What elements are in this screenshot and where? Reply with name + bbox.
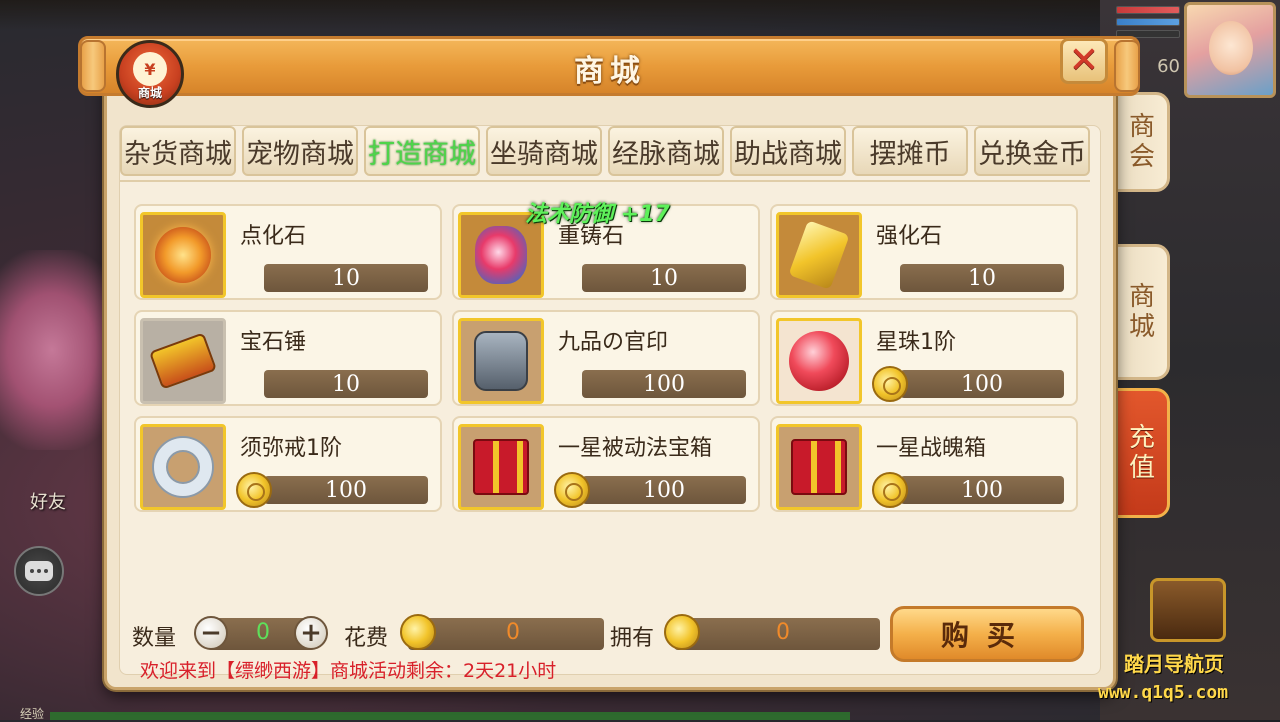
item-card[interactable]: 强化石 10 [770,204,1078,300]
tab-assist-store[interactable]: 助战商城 [730,126,846,176]
item-name: 星珠1阶 [876,330,956,355]
cost-label: 花费 [344,626,389,651]
minus-button[interactable]: − [194,616,228,650]
silver-ring-icon [140,424,226,510]
chat-button[interactable] [14,546,64,596]
cost-value: 0 [506,620,520,645]
quantity-value[interactable]: 0 [238,620,288,645]
swirl-stone-icon [140,212,226,298]
item-name: 须弥戒1阶 [240,436,342,461]
tab-pet-store[interactable]: 宠物商城 [242,126,358,176]
item-card[interactable]: 须弥戒1阶 100 [134,416,442,512]
item-name: 强化石 [876,224,943,249]
close-button[interactable]: ✕ [1060,38,1108,84]
quantity-label: 数量 [132,626,177,651]
exp-label: 经验 [20,707,45,721]
gift-box-icon [776,424,862,510]
item-name: 一星被动法宝箱 [558,436,713,461]
item-name: 一星战魄箱 [876,436,987,461]
top-bar [0,0,1280,30]
item-name: 点化石 [240,224,307,249]
gift-box-icon [458,424,544,510]
item-name: 宝石锤 [240,330,307,355]
coin-icon [872,472,908,508]
money-bag-icon: ¥ [133,52,167,86]
tab-exchange-gold[interactable]: 兑换金币 [974,126,1090,176]
item-price: 10 [264,370,428,398]
divider [120,180,1090,182]
mp-bar [1116,18,1180,26]
hp-bar [1116,6,1180,14]
item-price: 10 [582,264,746,292]
item-price: 100 [900,476,1064,504]
event-notice: 欢迎来到【缥缈西游】商城活动剩余：2天21小时 [140,660,557,682]
item-price: 10 [900,264,1064,292]
item-card[interactable]: 一星被动法宝箱 100 [452,416,760,512]
owned-label: 拥有 [610,626,655,651]
item-name: 九品の官印 [558,330,669,355]
chat-icon [25,561,53,581]
watermark-title: 踏月导航页 [1124,652,1224,676]
tab-general-store[interactable]: 杂货商城 [120,126,236,176]
official-seal-icon [458,318,544,404]
item-grid: 点化石 10 重铸石 10 强化石 10 宝石锤 10 九品の官印 100 星珠… [134,204,1078,512]
exp-bar [50,712,850,720]
tab-commerce[interactable]: 商会 [1110,92,1170,192]
close-icon: ✕ [1068,40,1100,81]
gem-hammer-icon [140,318,226,404]
tab-mall[interactable]: 商城 [1110,244,1170,380]
gold-bar-icon [776,212,862,298]
shop-logo-label: 商城 [137,86,162,100]
item-price: 100 [900,370,1064,398]
item-price: 100 [582,476,746,504]
plus-button[interactable]: + [294,616,328,650]
watermark-url: www.q1q5.com [1098,682,1229,703]
item-card[interactable]: 星珠1阶 100 [770,310,1078,406]
tab-forge-store[interactable]: 打造商城 [364,126,480,176]
tab-meridian-store[interactable]: 经脉商城 [608,126,724,176]
item-price: 10 [264,264,428,292]
item-card[interactable]: 点化石 10 [134,204,442,300]
item-card[interactable]: 宝石锤 10 [134,310,442,406]
item-price: 100 [582,370,746,398]
friend-button[interactable]: 好友 [30,488,66,514]
category-tabs: 杂货商城 宠物商城 打造商城 坐骑商城 经脉商城 助战商城 摆摊币 兑换金币 [120,126,1090,176]
item-card[interactable]: 九品の官印 100 [452,310,760,406]
red-orb-icon [776,318,862,404]
coin-icon [664,614,700,650]
buy-button[interactable]: 购买 [890,606,1084,662]
shop-logo-icon: ¥ 商城 [116,40,184,108]
coin-icon [236,472,272,508]
coin-icon [872,366,908,402]
treasure-chest-icon[interactable] [1150,578,1226,642]
coin-icon [554,472,590,508]
item-card[interactable]: 一星战魄箱 100 [770,416,1078,512]
tab-mount-store[interactable]: 坐骑商城 [486,126,602,176]
item-price: 100 [264,476,428,504]
tab-stall-coin[interactable]: 摆摊币 [852,126,968,176]
tab-recharge[interactable]: 充值 [1110,388,1170,518]
stat-popup-text: 法术防御 +17 [525,202,670,227]
owned-value: 0 [776,620,790,645]
coin-icon [400,614,436,650]
